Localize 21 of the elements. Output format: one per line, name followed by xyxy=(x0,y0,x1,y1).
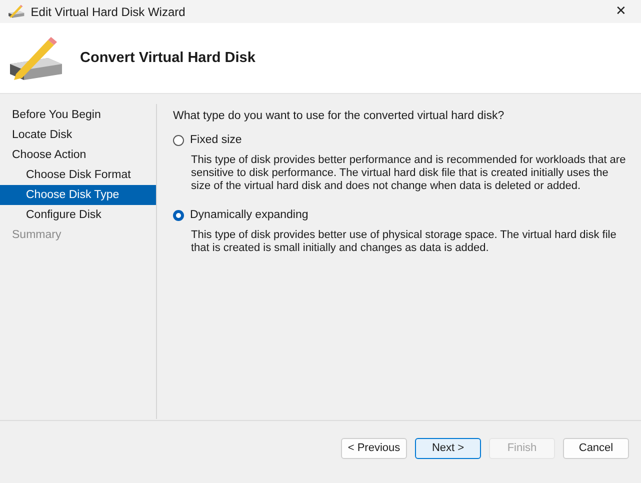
disk-pencil-icon xyxy=(8,34,64,82)
page-title: Convert Virtual Hard Disk xyxy=(80,50,256,66)
wizard-step[interactable]: Choose Disk Format xyxy=(0,165,156,185)
wizard-step[interactable]: Locate Disk xyxy=(0,125,156,145)
wizard-step[interactable]: Before You Begin xyxy=(0,105,156,125)
wizard-button[interactable]: < Previous xyxy=(341,438,407,458)
radio-button[interactable] xyxy=(173,210,184,220)
radio-button[interactable] xyxy=(173,134,184,146)
disk-pencil-icon xyxy=(8,4,25,19)
option-description: This type of disk provides better use of physical storage space. The virtual hard disk file that is created is small initially and changes as data is added. xyxy=(191,229,618,255)
question-text: What type do you want to use for the converted virtual hard disk? xyxy=(173,110,506,122)
wizard-step[interactable]: Configure Disk xyxy=(0,205,156,225)
window-title: Edit Virtual Hard Disk Wizard xyxy=(30,4,186,18)
wizard-step[interactable]: Choose Action xyxy=(0,145,156,165)
wizard-step[interactable]: Choose Disk Type xyxy=(0,185,156,205)
option-label[interactable]: Fixed size xyxy=(190,134,242,146)
option-label[interactable]: Dynamically expanding xyxy=(190,209,308,221)
close-button[interactable]: ✕ xyxy=(601,0,641,23)
option-description: This type of disk provides better performance and is recommended for workloads that are sensitive to disk performance. The virtual hard disk file that is created initially uses the size of the virtual hard disk and does not change when data is deleted or added. xyxy=(191,154,627,193)
wizard-button[interactable]: Next > xyxy=(415,438,481,458)
wizard-button[interactable]: Cancel xyxy=(563,438,629,458)
